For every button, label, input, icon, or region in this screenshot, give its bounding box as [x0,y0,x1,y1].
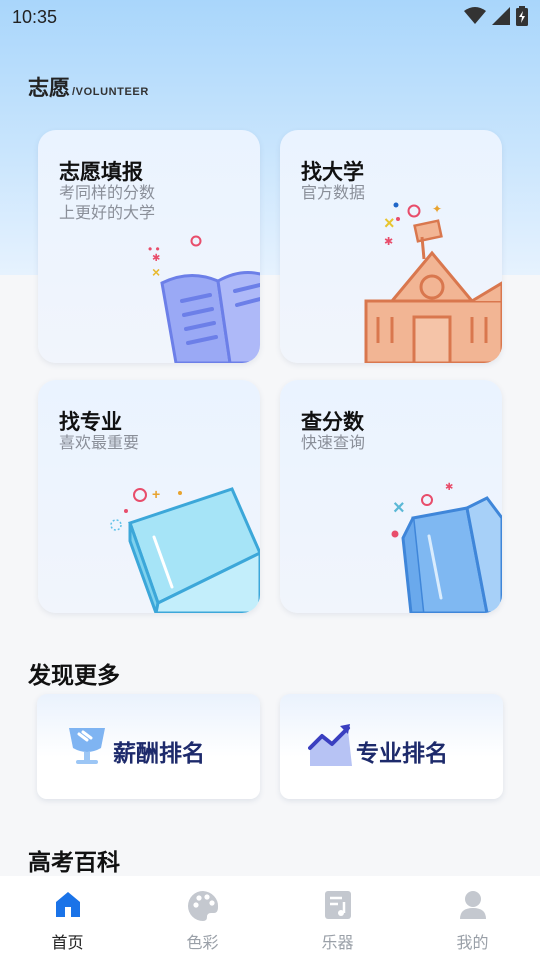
trophy-icon [69,728,105,764]
page-title: 志愿 /VOLUNTEER [28,72,149,102]
card-subtitle: 快速查询 [301,435,366,452]
major-ranking-label: 专业排名 [356,740,448,766]
tab-instrument[interactable]: 乐器 [270,876,405,960]
trend-chart-icon [308,724,352,766]
wifi-icon [464,7,486,24]
status-icons [464,6,528,26]
card-volunteer-fill[interactable]: 志愿填报 考同样的分数 上更好的大学 • • ✱ × [38,130,260,363]
card-subtitle: 喜欢最重要 [59,435,140,452]
tab-color[interactable]: 色彩 [135,876,270,960]
user-icon [459,891,486,919]
status-time: 10:35 [12,7,58,27]
card-title: 查分数 [301,411,364,434]
bottom-tab-bar: 首页 色彩 乐器 我的 [0,876,540,960]
tab-home-label: 首页 [51,935,84,952]
salary-ranking-button[interactable]: 薪酬排名 [37,694,260,799]
svg-text:×: × [393,497,405,519]
svg-text:✱: ✱ [384,236,393,248]
card-find-university[interactable]: 找大学 官方数据 ✦ × ✱ [280,130,502,363]
battery-icon [516,6,528,26]
title-en: /VOLUNTEER [72,86,149,98]
palette-icon [187,891,218,921]
tab-instrument-label: 乐器 [321,935,354,952]
tab-color-label: 色彩 [186,935,219,952]
status-bar: 10:35 [0,0,540,34]
card-find-major[interactable]: 找专业 喜欢最重要 + [38,380,260,613]
salary-ranking-label: 薪酬排名 [113,740,205,766]
svg-text:✱: ✱ [152,253,160,264]
signal-icon [492,7,510,25]
card-subtitle: 考同样的分数 上更好的大学 [59,185,156,222]
university-building-icon: ✦ × ✱ [364,202,502,363]
section-title-discover: 发现更多 [28,662,120,688]
card-title: 找专业 [59,411,122,434]
svg-text:×: × [384,213,395,233]
svg-text:✦: ✦ [432,202,442,216]
closed-book-icon: + [110,486,260,613]
home-icon [55,892,80,917]
title-cn: 志愿 [28,77,70,100]
card-check-score[interactable]: 查分数 快速查询 ✱ × [280,380,502,613]
music-sheet-icon [324,891,351,919]
tab-mine-label: 我的 [456,935,489,952]
svg-text:✱: ✱ [445,482,453,493]
card-title: 找大学 [301,161,364,184]
major-ranking-button[interactable]: 专业排名 [280,694,503,799]
svg-text:+: + [152,486,160,502]
open-book-pencil-icon: • • ✱ × [148,235,260,363]
card-title: 志愿填报 [59,161,143,184]
svg-text:×: × [152,264,160,280]
tab-home[interactable]: 首页 [0,876,135,960]
tab-mine[interactable]: 我的 [405,876,540,960]
open-folder-book-icon: ✱ × [391,482,502,613]
section-title-encyclopedia: 高考百科 [28,849,120,875]
